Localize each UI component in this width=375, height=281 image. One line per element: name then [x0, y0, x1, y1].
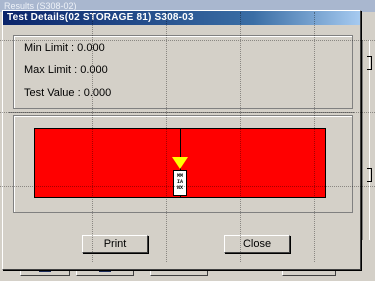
close-button[interactable]: Close	[224, 235, 290, 253]
gauge-panel: MM IA NX	[13, 115, 353, 213]
grid-guide-line	[240, 12, 241, 262]
test-details-dialog: Test Details(02 STORAGE 81) S308-03 Min …	[2, 10, 361, 270]
max-limit-label: Max Limit : 0.000	[24, 64, 108, 76]
limits-panel: Min Limit : 0.000 Max Limit : 0.000 Test…	[13, 35, 353, 109]
gauge-marker-tag: MM IA NX	[173, 170, 187, 196]
grid-guide-line	[0, 186, 375, 187]
gauge-bar: MM IA NX	[34, 128, 326, 198]
background-frame-tick	[367, 168, 372, 182]
grid-guide-line	[0, 40, 375, 41]
test-value-label: Test Value : 0.000	[24, 87, 112, 99]
dialog-title[interactable]: Test Details(02 STORAGE 81) S308-03	[3, 11, 360, 25]
gauge-pointer-icon	[172, 157, 188, 169]
grid-guide-line	[314, 12, 315, 262]
grid-guide-line	[92, 12, 93, 262]
background-right-frame	[362, 40, 370, 240]
grid-guide-line	[166, 12, 167, 262]
grid-guide-line	[0, 112, 375, 113]
background-frame-tick	[367, 56, 372, 70]
